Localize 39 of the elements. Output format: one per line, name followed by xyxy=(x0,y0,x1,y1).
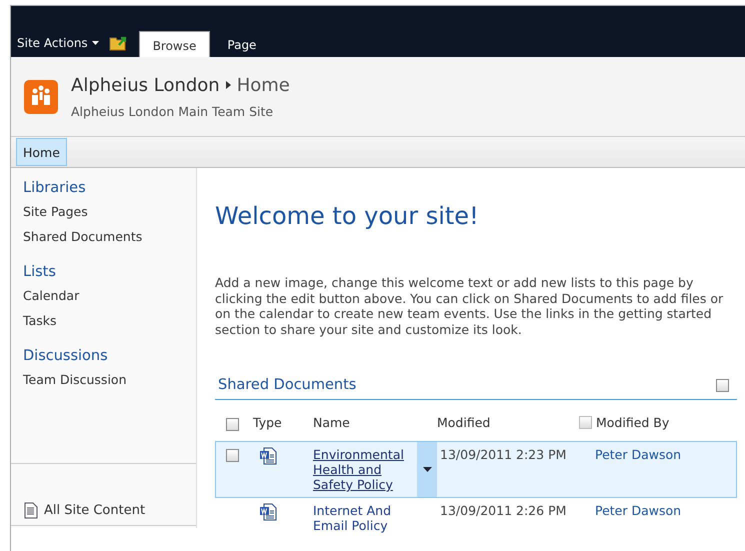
ribbon-tab[interactable]: Browse xyxy=(138,31,210,57)
checkbox[interactable] xyxy=(716,378,729,392)
site-description: Alpheius London Main Team Site xyxy=(71,104,274,118)
row-checkbox[interactable] xyxy=(226,449,239,462)
nav-heading[interactable]: Lists xyxy=(23,264,184,280)
nav-heading[interactable]: Discussions xyxy=(23,348,184,364)
nav-link[interactable]: Site Pages xyxy=(23,204,184,219)
select-all-checkbox[interactable] xyxy=(226,418,239,432)
nav-link[interactable]: Shared Documents xyxy=(23,229,184,244)
user-link[interactable]: Peter Dawson xyxy=(595,447,682,462)
breadcrumb-arrow-icon xyxy=(226,81,231,89)
ribbon-tab[interactable]: Page xyxy=(214,31,270,57)
word-document-icon xyxy=(259,503,277,521)
site-title[interactable]: Alpheius London xyxy=(71,74,220,96)
column-header[interactable]: Name xyxy=(313,404,417,441)
modified-date: 13/09/2011 2:26 PM xyxy=(440,503,566,518)
all-site-content-link[interactable]: All Site Content xyxy=(44,503,146,518)
document-link[interactable]: Internet And Email Policy xyxy=(313,503,417,533)
modified-date: 13/09/2011 2:23 PM xyxy=(440,447,566,462)
nav-tab[interactable]: Home xyxy=(16,138,67,166)
nav-link[interactable]: Calendar xyxy=(23,288,184,303)
site-logo-icon xyxy=(23,78,59,114)
welcome-heading: Welcome to your site! xyxy=(215,202,480,230)
checkbox[interactable] xyxy=(579,416,592,429)
dropdown-arrow-icon[interactable] xyxy=(422,467,432,472)
list-title[interactable]: Shared Documents xyxy=(218,377,356,393)
word-document-icon xyxy=(259,447,277,465)
nav-link[interactable]: Tasks xyxy=(23,313,184,328)
welcome-text: Add a new image, change this welcome text or add new lists to this page by clicking the edit button above. You can click on Shared Documents to add files or on the calendar to create new team events. Use the links in the getting started section to share your site and customize its look. xyxy=(215,275,724,337)
user-link[interactable]: Peter Dawson xyxy=(595,503,682,518)
document-icon xyxy=(23,502,39,519)
column-header[interactable]: Modified xyxy=(437,404,579,441)
site-actions-menu[interactable]: Site Actions xyxy=(17,36,105,57)
page-title: Home xyxy=(236,74,290,96)
column-header[interactable]: Type xyxy=(253,404,313,441)
nav-link[interactable]: Team Discussion xyxy=(23,372,184,387)
nav-heading[interactable]: Libraries xyxy=(23,180,184,196)
column-header[interactable]: Modified By xyxy=(596,415,670,430)
caret-icon xyxy=(92,41,99,45)
